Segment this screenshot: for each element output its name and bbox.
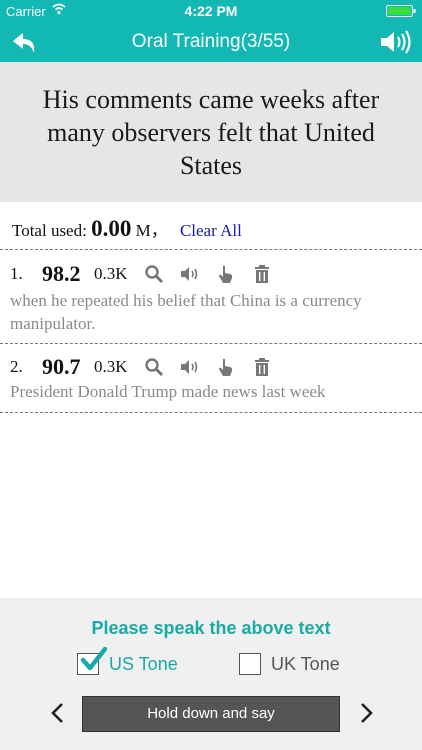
record-index: 2. — [10, 357, 23, 376]
checkmark-icon — [80, 647, 107, 671]
record-index: 1. — [10, 264, 23, 283]
total-used-label: Total used: — [12, 221, 87, 240]
us-tone-option[interactable]: US Tone — [77, 647, 178, 678]
record-size: 0.3K — [94, 264, 128, 283]
page-title: Oral Training(3/55) — [131, 31, 291, 52]
totals-bar: Total used: 0.00 M， Clear All — [0, 202, 422, 250]
magnifier-icon[interactable] — [144, 357, 164, 377]
hand-pointer-icon[interactable] — [216, 264, 236, 284]
us-tone-checkbox[interactable] — [77, 647, 107, 675]
uk-tone-label: UK Tone — [271, 653, 340, 674]
chevron-left-icon[interactable] — [48, 700, 68, 726]
records-empty-area — [0, 413, 422, 598]
record-text: President Donald Trump made news last we… — [10, 382, 326, 401]
record-panel: Please speak the above text US Tone UK T… — [0, 598, 422, 750]
list-item: 1. 98.2 0.3K when he repeated his belief… — [0, 251, 422, 344]
uk-tone-option[interactable]: UK Tone — [239, 650, 340, 678]
speak-prompt: Please speak the above text — [91, 618, 331, 638]
speaker-icon[interactable] — [378, 27, 412, 57]
status-bar: Carrier 4:22 PM — [0, 0, 422, 22]
hand-pointer-icon[interactable] — [216, 357, 236, 377]
record-score: 98.2 — [42, 261, 81, 286]
sentence-panel: His comments came weeks after many obser… — [0, 62, 422, 202]
trash-icon[interactable] — [252, 357, 272, 377]
nav-bar: Oral Training(3/55) — [0, 22, 422, 62]
us-tone-label: US Tone — [109, 653, 178, 674]
record-score: 90.7 — [42, 354, 81, 379]
uk-tone-checkbox[interactable] — [239, 653, 261, 675]
trash-icon[interactable] — [252, 264, 272, 284]
sentence-text: His comments came weeks after many obser… — [42, 84, 380, 180]
clear-all-link[interactable]: Clear All — [180, 221, 242, 240]
chevron-right-icon[interactable] — [356, 700, 376, 726]
battery-icon — [386, 5, 416, 17]
speaker-icon[interactable] — [180, 357, 200, 377]
total-used-value: 0.00 — [91, 216, 132, 241]
list-item: 2. 90.7 0.3K President Donald Trump made… — [0, 344, 422, 413]
magnifier-icon[interactable] — [144, 264, 164, 284]
record-text: when he repeated his belief that China i… — [10, 291, 362, 333]
total-used-unit: M， — [135, 221, 168, 240]
record-size: 0.3K — [94, 357, 128, 376]
clock: 4:22 PM — [184, 3, 238, 19]
speaker-icon[interactable] — [180, 264, 200, 284]
hold-to-record-button[interactable]: Hold down and say — [82, 696, 340, 732]
